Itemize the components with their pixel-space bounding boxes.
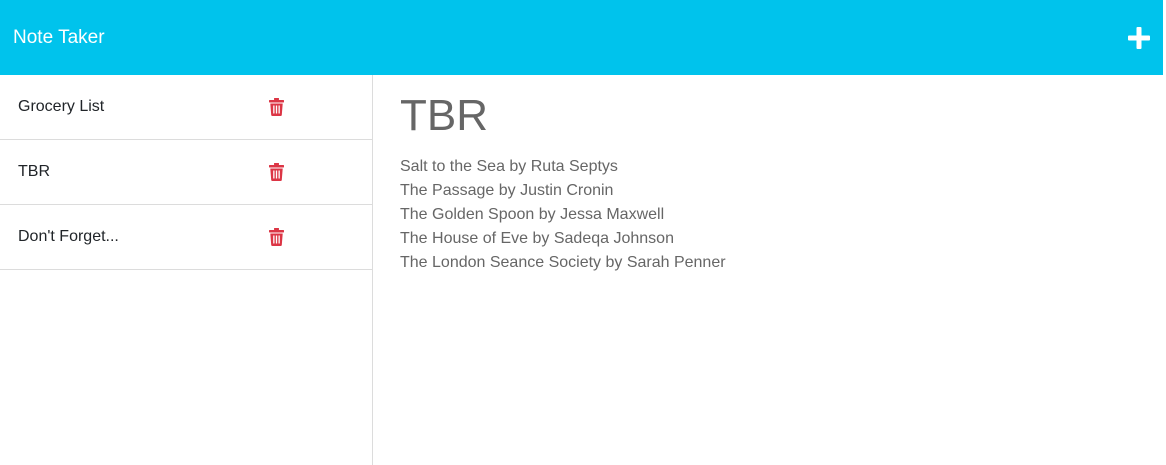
note-title[interactable]: TBR: [400, 91, 1163, 143]
plus-icon: [1128, 26, 1150, 49]
note-text-line: The London Seance Society by Sarah Penne…: [400, 254, 726, 271]
trash-icon: [269, 98, 284, 116]
add-note-button[interactable]: [1126, 25, 1152, 51]
app-title[interactable]: Note Taker: [13, 27, 105, 49]
note-text-line: The Passage by Justin Cronin: [400, 182, 614, 199]
note-list-item-tbr[interactable]: TBR: [0, 140, 372, 205]
trash-icon: [269, 228, 284, 246]
note-list-item-title: TBR: [18, 163, 50, 180]
note-list-item-dont-forget[interactable]: Don't Forget...: [0, 205, 372, 270]
note-list-item-title: Don't Forget...: [18, 228, 119, 245]
delete-note-button[interactable]: [268, 162, 285, 182]
note-text-line: The House of Eve by Sadeqa Johnson: [400, 230, 674, 247]
navbar: Note Taker: [0, 0, 1163, 75]
trash-icon: [269, 163, 284, 181]
note-text-line: Salt to the Sea by Ruta Septys: [400, 158, 618, 175]
note-text-line: The Golden Spoon by Jessa Maxwell: [400, 206, 665, 223]
note-text[interactable]: Salt to the Sea by Ruta Septys The Passa…: [400, 155, 1163, 275]
note-list-item-title: Grocery List: [18, 98, 105, 115]
note-list-item-grocery-list[interactable]: Grocery List: [0, 75, 372, 140]
delete-note-button[interactable]: [268, 227, 285, 247]
note-list: Grocery List TBR Don't Forget...: [0, 75, 373, 465]
delete-note-button[interactable]: [268, 97, 285, 117]
note-editor: TBR Salt to the Sea by Ruta Septys The P…: [374, 75, 1163, 465]
